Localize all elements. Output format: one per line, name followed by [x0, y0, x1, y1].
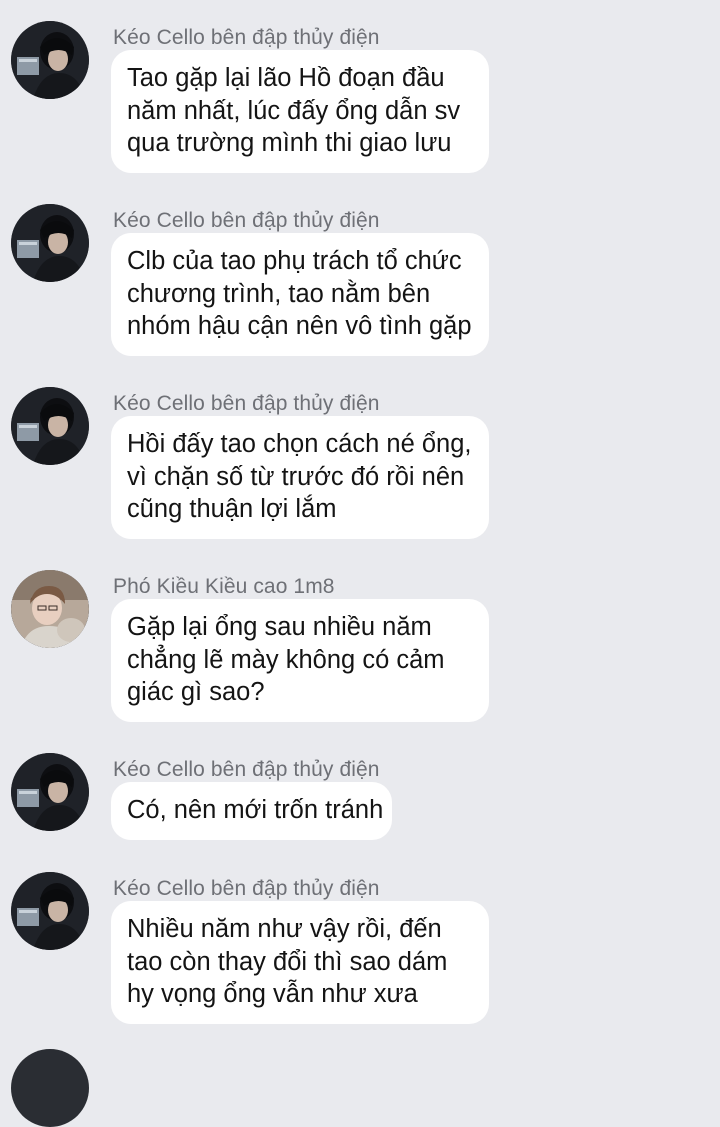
dark-profile-avatar-icon [11, 387, 89, 465]
sender-avatar[interactable] [11, 21, 89, 99]
message-bubble[interactable]: Clb của tao phụ trách tổ chức chương trì… [111, 233, 489, 356]
message-text-line: năm nhất, lúc đấy ổng dẫn sv [127, 96, 461, 125]
chat-thread: Kéo Cello bên đập thủy điện Tao gặp lại … [0, 0, 720, 1127]
message-text-line: tao còn thay đổi thì sao dám [127, 947, 448, 976]
sender-name: Kéo Cello bên đập thủy điện [113, 209, 380, 232]
message-bubble[interactable]: Có, nên mới trốn tránh [111, 782, 392, 840]
dark-profile-avatar-icon [11, 204, 89, 282]
message-text-line: Clb của tao phụ trách tổ chức [127, 247, 462, 275]
sender-avatar[interactable] [11, 872, 89, 950]
dark-profile-avatar-icon [11, 21, 89, 99]
message-text-line: Nhiều năm như vậy rồi, đến [127, 915, 442, 943]
message-text-line: Tao gặp lại lão Hồ đoạn đầu [127, 64, 445, 92]
message-bubble[interactable]: Gặp lại ổng sau nhiều năm chẳng lẽ mày k… [111, 599, 489, 722]
sender-avatar[interactable] [11, 570, 89, 648]
sender-name: Phó Kiều Kiều cao 1m8 [113, 575, 335, 598]
message-text-line: Hồi đấy tao chọn cách né ổng, [127, 430, 472, 458]
sender-name: Kéo Cello bên đập thủy điện [113, 392, 380, 415]
dark-profile-avatar-icon [11, 872, 89, 950]
message-bubble[interactable]: Tao gặp lại lão Hồ đoạn đầu năm nhất, lú… [111, 50, 489, 173]
sender-avatar[interactable] [11, 204, 89, 282]
message-text-line: chẳng lẽ mày không có cảm [127, 645, 445, 674]
message-text-line: vì chặn số từ trước đó rồi nên [127, 462, 465, 491]
sender-avatar[interactable] [11, 387, 89, 465]
sender-name: Kéo Cello bên đập thủy điện [113, 877, 380, 900]
sender-name: Kéo Cello bên đập thủy điện [113, 26, 380, 49]
message-text-line: qua trường mình thi giao lưu [127, 129, 452, 157]
message-text-line: hy vọng ổng vẫn như xưa [127, 980, 418, 1008]
message-text-line: Gặp lại ổng sau nhiều năm [127, 613, 432, 641]
sender-avatar[interactable] [11, 753, 89, 831]
light-profile-avatar-icon [11, 570, 89, 648]
message-text-line: chương trình, tao nằm bên [127, 279, 431, 308]
message-bubble[interactable]: Hồi đấy tao chọn cách né ổng, vì chặn số… [111, 416, 489, 539]
message-text-line: Có, nên mới trốn tránh [127, 796, 384, 824]
sender-name: Kéo Cello bên đập thủy điện [113, 758, 380, 781]
message-text-line: cũng thuận lợi lắm [127, 495, 337, 523]
message-text-line: nhóm hậu cận nên vô tình gặp [127, 312, 472, 340]
dark-profile-avatar-icon [11, 753, 89, 831]
message-text-line: giác gì sao? [127, 678, 265, 706]
next-sender-avatar[interactable] [11, 1049, 89, 1127]
message-bubble[interactable]: Nhiều năm như vậy rồi, đến tao còn thay … [111, 901, 489, 1024]
